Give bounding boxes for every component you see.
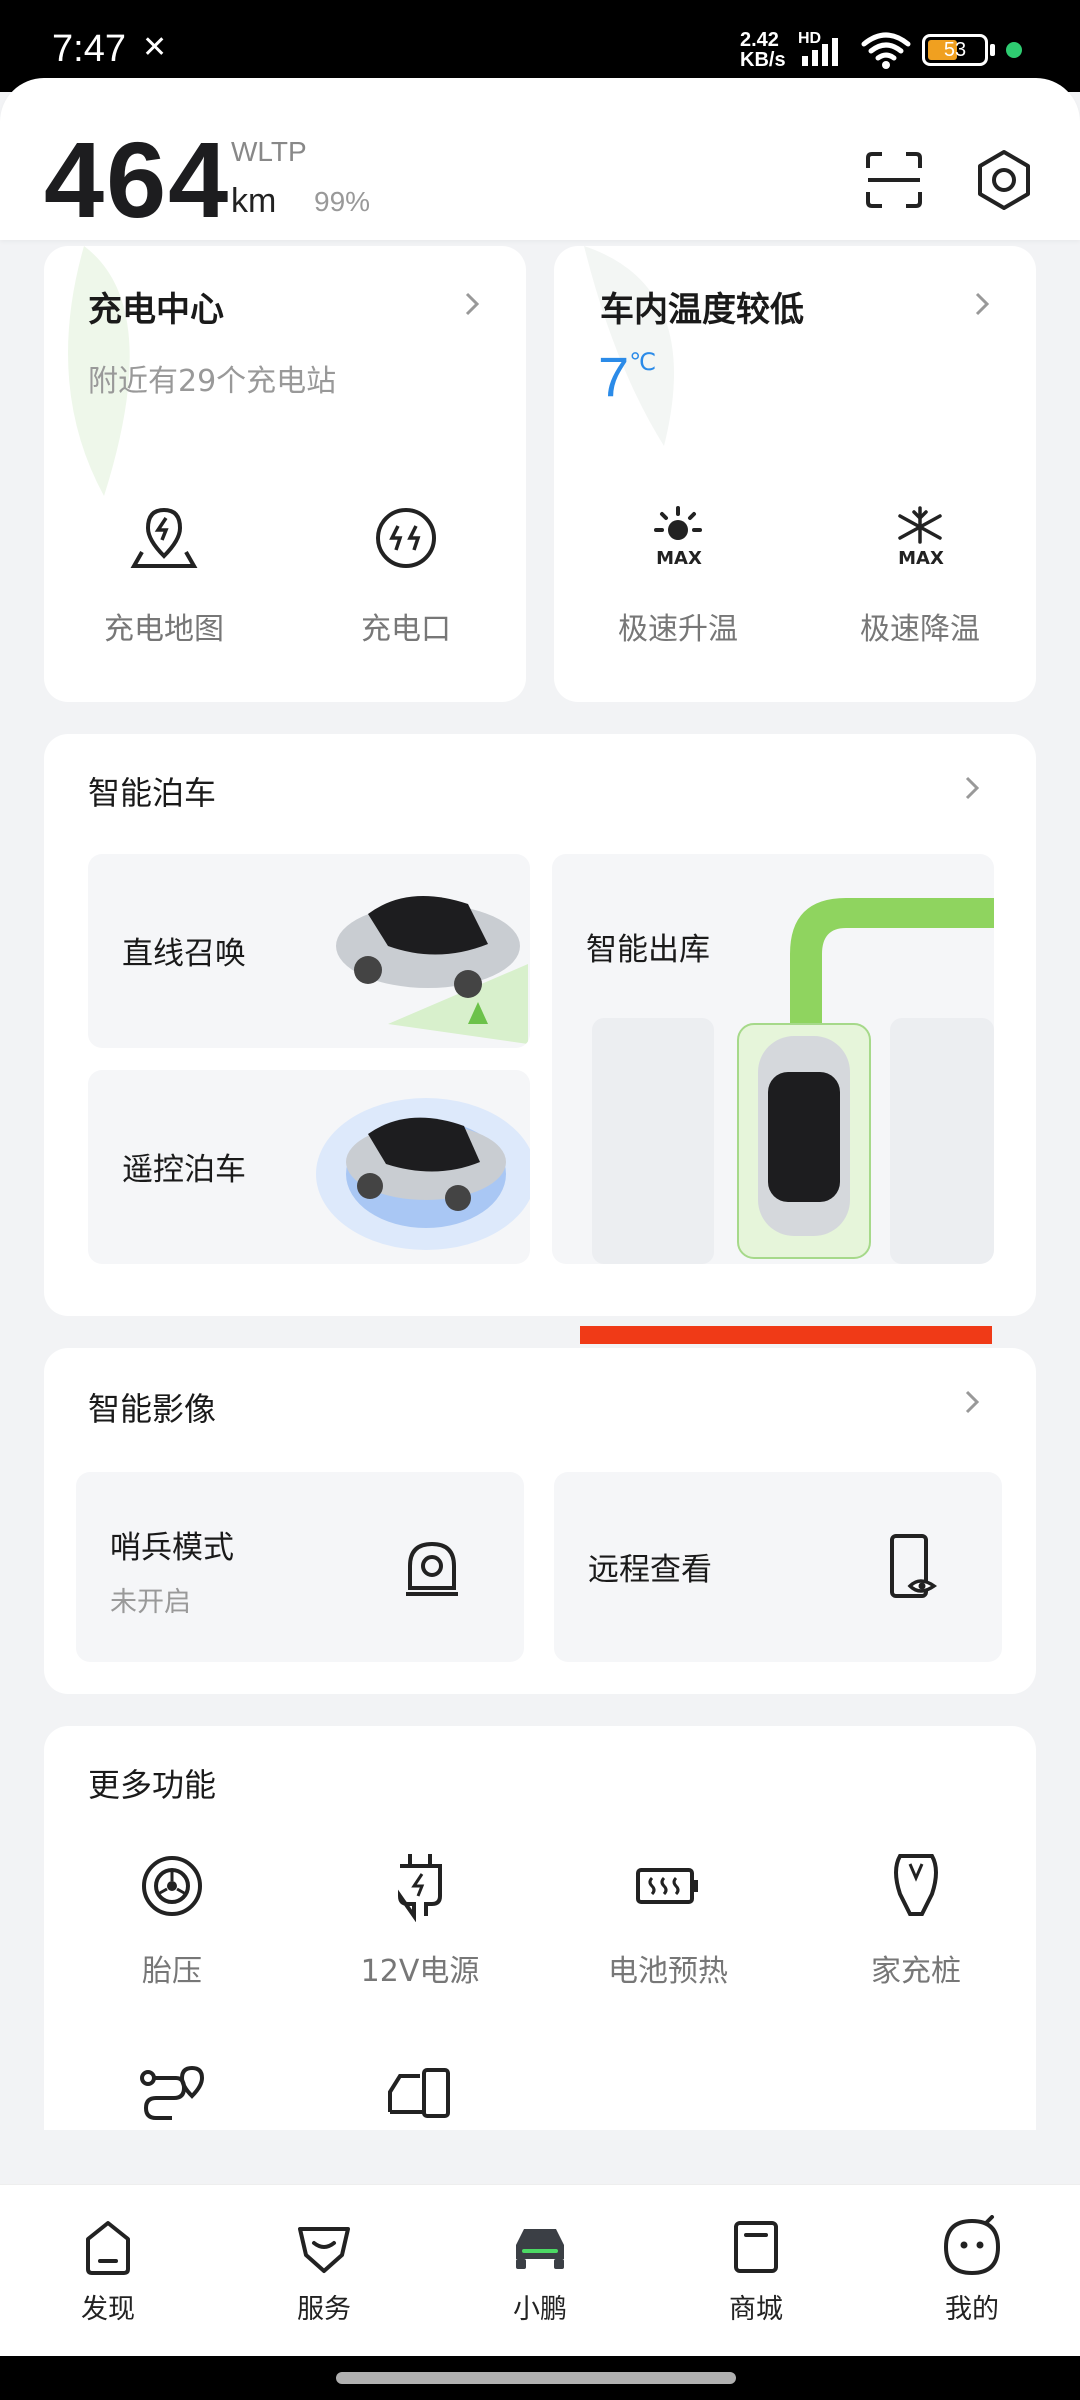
- chevron-right-icon: [975, 292, 990, 316]
- charging-map-label: 充电地图: [104, 612, 224, 647]
- discover-icon: [86, 2221, 130, 2275]
- chevron-right-icon[interactable]: [958, 1388, 986, 1416]
- home-charger-icon: [894, 1854, 938, 1916]
- battery-percent: 99%: [314, 186, 371, 217]
- more-features-title: 更多功能: [88, 1766, 217, 1804]
- nav-xpeng[interactable]: 小鹏: [470, 2215, 610, 2326]
- cabin-temperature: 7℃: [598, 344, 656, 409]
- nav-service-label: 服务: [297, 2294, 351, 2325]
- shop-icon: [734, 2221, 778, 2273]
- plug-12v-icon: [397, 1854, 442, 1922]
- charging-port-label: 充电口: [361, 612, 451, 647]
- signal-icon: [802, 38, 838, 66]
- home-indicator[interactable]: [336, 2372, 736, 2384]
- temperature-value: 7: [598, 345, 630, 408]
- battery-heat-icon: [636, 1868, 698, 1904]
- car-summon-image: [336, 896, 528, 1044]
- scan-icon[interactable]: [862, 148, 926, 212]
- network-speed-unit: KB/s: [740, 49, 786, 71]
- rapid-heat-label: 极速升温: [618, 612, 738, 647]
- parking-page-indicator: [580, 1326, 992, 1344]
- car-icon: [516, 2229, 564, 2269]
- sentry-mode-label: 哨兵模式: [110, 1530, 234, 1566]
- summon-tile[interactable]: 直线召唤: [88, 854, 530, 1048]
- remote-view-phone-icon: [890, 1534, 938, 1598]
- nav-service[interactable]: 服务: [254, 2215, 394, 2326]
- tire-icon: [142, 1856, 202, 1916]
- nav-discover[interactable]: 发现: [38, 2215, 178, 2326]
- more-features-card: 更多功能 胎压 12V电源 电池预热 家充桩: [44, 1726, 1036, 2130]
- chevron-right-icon[interactable]: [958, 774, 986, 802]
- nav-profile[interactable]: 我的: [902, 2215, 1042, 2326]
- tire-pressure-label: 胎压: [142, 1954, 202, 1989]
- range-value: 464: [44, 119, 231, 240]
- nav-shop-label: 商城: [729, 2294, 783, 2325]
- profile-icon: [943, 2215, 1001, 2276]
- charging-map-pin-icon: [130, 507, 198, 568]
- remote-view-label: 远程查看: [588, 1552, 712, 1588]
- max-badge: MAX: [898, 548, 944, 569]
- car-phone-icon[interactable]: [384, 2062, 456, 2130]
- climate-title: 车内温度较低: [600, 290, 804, 330]
- rapid-cool-label: 极速降温: [860, 612, 980, 647]
- chevron-right-icon: [465, 292, 480, 316]
- climate-card[interactable]: 车内温度较低 7℃ MAX 极速升温 MAX 极速降温: [554, 246, 1036, 702]
- hexagon-settings-icon[interactable]: [972, 148, 1036, 212]
- battery-level-text: 53: [943, 39, 967, 61]
- remote-park-tile[interactable]: 遥控泊车: [88, 1070, 530, 1264]
- car-remote-park-image: [316, 1098, 530, 1250]
- wifi-icon: [861, 32, 911, 69]
- nav-profile-label: 我的: [945, 2294, 999, 2325]
- auto-exit-tile[interactable]: 智能出库: [552, 854, 994, 1264]
- charging-center-title: 充电中心: [88, 290, 224, 330]
- status-time: 7:47: [52, 28, 126, 70]
- nav-xpeng-label: 小鹏: [513, 2294, 567, 2325]
- battery-icon: 53: [922, 34, 988, 66]
- smart-parking-title: 智能泊车: [88, 774, 217, 812]
- home-charger-label: 家充桩: [871, 1954, 961, 1989]
- car-auto-exit-image: [592, 898, 994, 1264]
- nav-discover-label: 发现: [81, 2294, 135, 2325]
- range-standard: WLTP: [231, 136, 307, 167]
- privacy-indicator-dot: [1006, 42, 1022, 58]
- power-12v-label: 12V电源: [360, 1954, 480, 1989]
- smart-camera-title: 智能影像: [88, 1390, 217, 1428]
- sentry-mode-status: 未开启: [110, 1587, 191, 1618]
- battery-preheat-label: 电池预热: [608, 1954, 728, 1989]
- nav-shop[interactable]: 商城: [686, 2215, 826, 2326]
- network-speed: 2.42 KB/s: [740, 30, 786, 70]
- summon-label: 直线召唤: [122, 936, 246, 972]
- notification-x-icon: ✕: [142, 30, 168, 65]
- smart-parking-card: 智能泊车 直线召唤 遥控泊车 智能出库: [44, 734, 1036, 1316]
- sentry-mode-tile[interactable]: 哨兵模式 未开启: [76, 1472, 524, 1662]
- charging-port-icon: [376, 508, 436, 568]
- nearby-stations-text: 附近有29个充电站: [88, 364, 337, 399]
- smart-camera-card: 智能影像 哨兵模式 未开启 远程查看: [44, 1348, 1036, 1694]
- route-pin-icon[interactable]: [136, 2062, 208, 2130]
- network-speed-value: 2.42: [740, 29, 779, 51]
- sentry-camera-icon: [406, 1541, 458, 1596]
- temperature-unit: ℃: [629, 348, 657, 376]
- vehicle-header: 464 WLTP km 99%: [0, 78, 1080, 240]
- remote-view-tile[interactable]: 远程查看: [554, 1472, 1002, 1662]
- max-badge: MAX: [656, 548, 702, 569]
- range-unit: km: [231, 182, 277, 220]
- remote-park-label: 遥控泊车: [122, 1152, 246, 1188]
- battery-cap: [990, 44, 995, 56]
- service-icon: [298, 2227, 350, 2273]
- charging-center-card[interactable]: 充电中心 附近有29个充电站 充电地图 充电口: [44, 246, 526, 702]
